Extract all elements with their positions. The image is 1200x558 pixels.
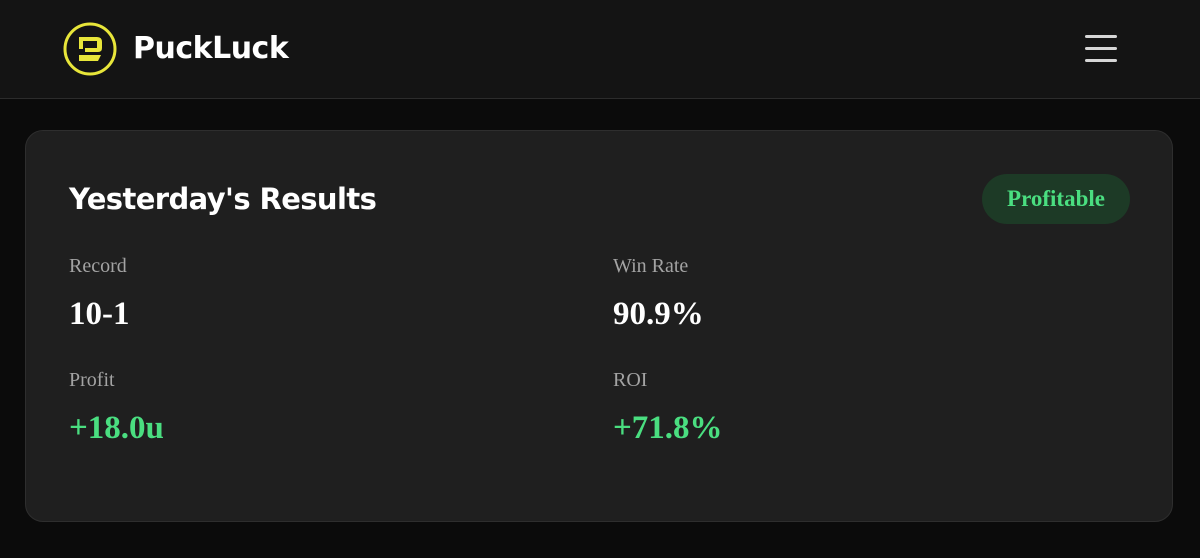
stat-win-rate: Win Rate 90.9% (613, 254, 704, 332)
stat-value: 90.9% (613, 296, 704, 332)
stat-label: ROI (613, 369, 648, 391)
card-title: Yesterday's Results (69, 182, 377, 216)
brand-home-link[interactable]: PuckLuck (63, 22, 289, 76)
stat-value: +18.0u (69, 410, 164, 446)
stat-roi: ROI +71.8% (613, 368, 723, 446)
menu-bar-bottom (1085, 59, 1117, 62)
brand-name: PuckLuck (133, 31, 289, 66)
yesterday-results-card: Yesterday's Results Profitable Record 10… (25, 130, 1173, 522)
stat-label: Profit (69, 369, 115, 391)
stat-value: 10-1 (69, 296, 130, 332)
stat-profit: Profit +18.0u (69, 368, 164, 446)
menu-bar-middle (1085, 47, 1117, 50)
menu-bar-top (1085, 35, 1117, 38)
stat-record: Record 10-1 (69, 254, 130, 332)
top-nav-bar: PuckLuck (0, 0, 1200, 99)
stat-label: Record (69, 255, 127, 277)
stat-label: Win Rate (613, 255, 689, 277)
hamburger-menu-icon[interactable] (1080, 30, 1122, 68)
status-badge: Profitable (982, 174, 1130, 224)
puckluck-logo-icon (63, 22, 117, 76)
stat-value: +71.8% (613, 410, 723, 446)
